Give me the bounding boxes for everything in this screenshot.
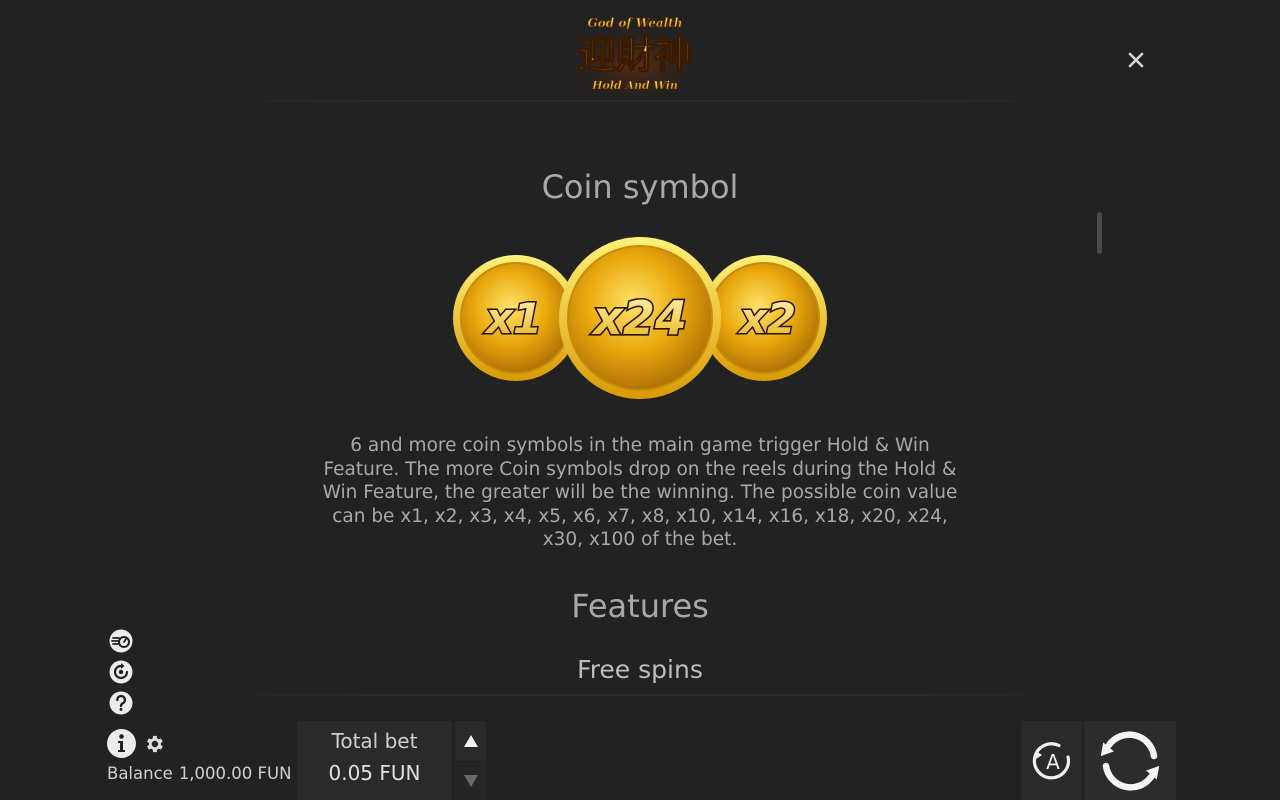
close-icon bbox=[1128, 52, 1144, 68]
coin-x24: x24 bbox=[559, 237, 721, 399]
help-icon bbox=[109, 691, 133, 715]
logo-chinese-text: 迎財神 bbox=[578, 32, 692, 77]
game-logo: God of Wealth 迎財神 Hold And Win bbox=[555, 10, 715, 100]
header-divider bbox=[200, 100, 1080, 102]
spin-icon bbox=[1100, 730, 1160, 791]
logo-top-text: God of Wealth bbox=[588, 16, 683, 30]
total-bet-value: 0.05 FUN bbox=[328, 761, 421, 785]
info-button[interactable] bbox=[106, 728, 137, 759]
total-bet-label: Total bet bbox=[331, 729, 418, 753]
balance-value: 1,000.00 FUN bbox=[178, 764, 292, 783]
features-title: Features bbox=[571, 587, 709, 625]
total-bet-panel: Total bet 0.05 FUN bbox=[297, 721, 452, 800]
coin-symbol-title: Coin symbol bbox=[541, 168, 739, 206]
balance-label: Balance bbox=[107, 764, 173, 783]
settings-button[interactable] bbox=[143, 733, 165, 755]
gear-icon bbox=[147, 735, 163, 753]
autoplay-button[interactable]: A bbox=[1021, 721, 1082, 800]
autoplay-label: A bbox=[1046, 750, 1060, 774]
close-button[interactable] bbox=[1122, 46, 1150, 74]
triangle-up-icon bbox=[463, 735, 478, 747]
free-spins-title: Free spins bbox=[577, 655, 703, 684]
scrollbar[interactable] bbox=[1097, 212, 1102, 254]
bet-decrease-button[interactable] bbox=[455, 762, 486, 800]
autoplay-icon: A bbox=[1032, 741, 1070, 779]
autoplay-settings-icon bbox=[109, 660, 133, 684]
help-button[interactable] bbox=[108, 690, 134, 716]
turbo-button[interactable] bbox=[108, 628, 134, 654]
logo-bottom-text: Hold And Win bbox=[591, 79, 678, 92]
autoplay-settings-button[interactable] bbox=[108, 659, 134, 685]
content-divider bbox=[200, 694, 1080, 696]
coin-symbols-image: x1 x2 x24 bbox=[450, 236, 830, 402]
svg-text:x24: x24 bbox=[591, 291, 687, 345]
balance-display: Balance 1,000.00 FUN bbox=[107, 764, 297, 783]
triangle-down-icon bbox=[463, 775, 478, 787]
svg-text:x1: x1 bbox=[484, 294, 542, 343]
coin-description: 6 and more coin symbols in the main game… bbox=[322, 435, 958, 550]
spin-button[interactable] bbox=[1084, 721, 1176, 800]
bet-increase-button[interactable] bbox=[455, 721, 486, 761]
turbo-icon bbox=[109, 629, 133, 653]
svg-text:x2: x2 bbox=[738, 294, 796, 343]
info-icon bbox=[107, 729, 136, 758]
logo-graphic: God of Wealth 迎財神 Hold And Win bbox=[565, 16, 705, 98]
